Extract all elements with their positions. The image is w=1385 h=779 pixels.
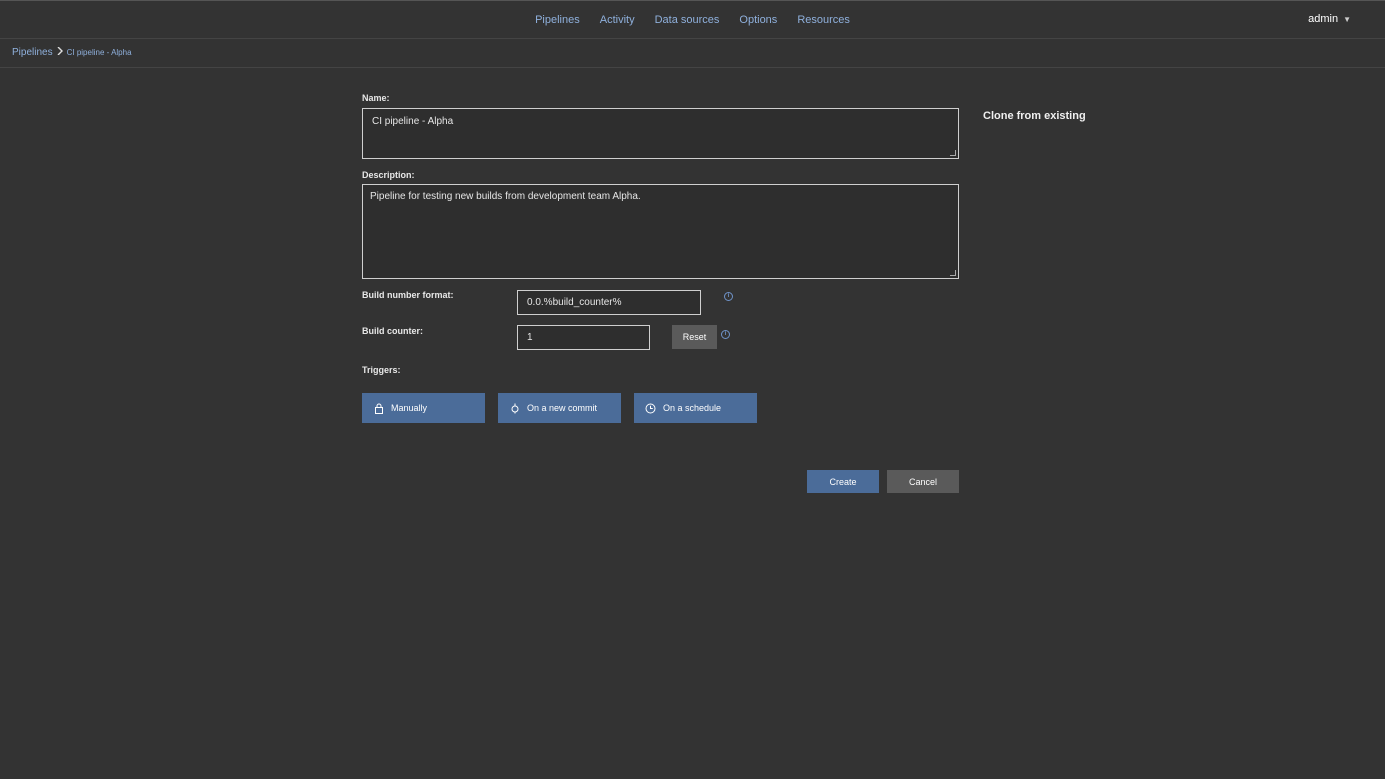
trigger-manually-button[interactable]: Manually (362, 393, 485, 423)
breadcrumb-pipelines[interactable]: Pipelines (12, 47, 53, 58)
info-icon[interactable]: i (721, 330, 730, 339)
nav-data-sources[interactable]: Data sources (655, 14, 720, 26)
user-name: admin (1308, 13, 1339, 25)
create-button[interactable]: Create (807, 470, 879, 493)
description-field[interactable] (362, 184, 959, 279)
nav-resources[interactable]: Resources (797, 14, 850, 26)
trigger-label: On a schedule (663, 403, 722, 413)
breadcrumb-bar: Pipelines CI pipeline - Alpha (0, 39, 1385, 68)
build-counter-input[interactable] (517, 325, 650, 350)
name-field[interactable] (362, 108, 959, 159)
chevron-down-icon: ▼ (1343, 14, 1351, 24)
chevron-right-icon (57, 46, 63, 58)
trigger-new-commit-button[interactable]: On a new commit (498, 393, 621, 423)
clone-from-existing-link[interactable]: Clone from existing (983, 110, 1086, 122)
trigger-label: On a new commit (527, 403, 598, 413)
lock-icon (373, 403, 384, 414)
reset-button[interactable]: Reset (672, 325, 717, 349)
trigger-label: Manually (391, 403, 428, 413)
breadcrumb: Pipelines CI pipeline - Alpha (12, 46, 132, 58)
info-icon[interactable]: i (724, 292, 733, 301)
nav-activity[interactable]: Activity (600, 14, 635, 26)
clock-icon (645, 403, 656, 414)
triggers-label: Triggers: (362, 365, 401, 375)
main-nav: Pipelines Activity Data sources Options … (0, 1, 1385, 38)
nav-pipelines[interactable]: Pipelines (535, 14, 580, 26)
top-bar: Pipelines Activity Data sources Options … (0, 0, 1385, 39)
name-label: Name: (362, 93, 390, 103)
nav-options[interactable]: Options (739, 14, 777, 26)
resize-grip-icon[interactable] (950, 150, 956, 156)
description-label: Description: (362, 170, 415, 180)
build-number-format-label: Build number format: (362, 290, 454, 300)
trigger-schedule-button[interactable]: On a schedule (634, 393, 757, 423)
breadcrumb-current: CI pipeline - Alpha (66, 48, 132, 57)
build-counter-label: Build counter: (362, 326, 423, 336)
cancel-button[interactable]: Cancel (887, 470, 959, 493)
commit-icon (509, 403, 520, 414)
resize-grip-icon[interactable] (950, 270, 956, 276)
user-menu[interactable]: admin ▼ (1308, 13, 1351, 25)
build-number-format-input[interactable] (517, 290, 701, 315)
